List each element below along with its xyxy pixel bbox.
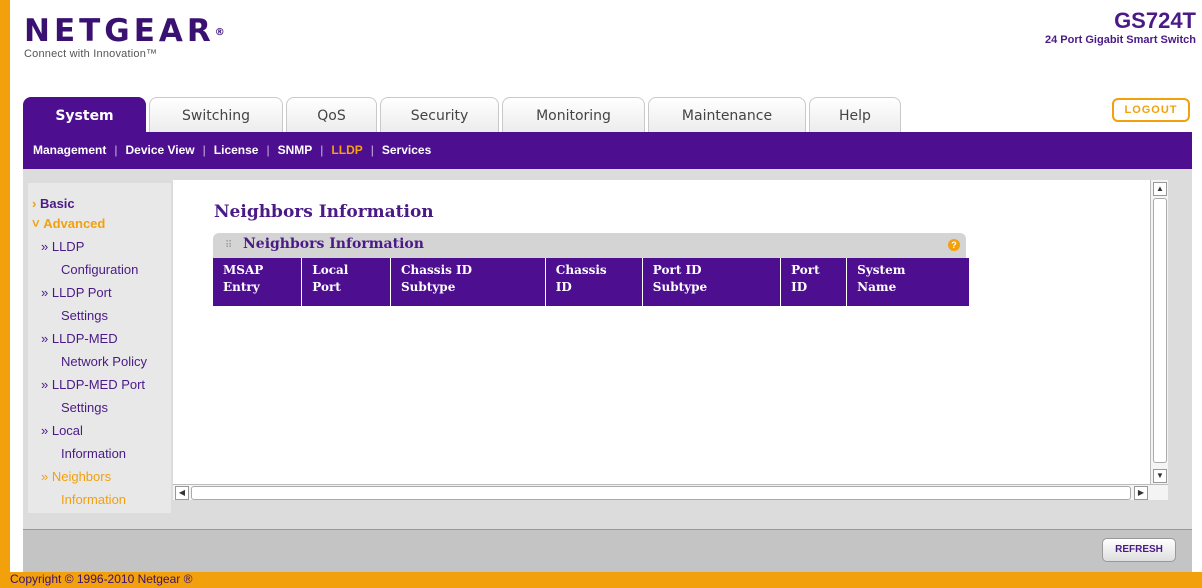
scroll-up-icon[interactable]: ▲ bbox=[1153, 182, 1167, 196]
sidebar-item-lldp-med-network-policy[interactable]: » LLDP-MED bbox=[41, 327, 118, 350]
vertical-scroll-thumb[interactable] bbox=[1153, 198, 1167, 463]
model-description: 24 Port Gigabit Smart Switch bbox=[1045, 34, 1196, 46]
col-chassis-id: Chassis ID bbox=[545, 258, 643, 306]
tab-switching[interactable]: Switching bbox=[149, 97, 283, 132]
model-name: GS724T bbox=[1114, 8, 1196, 33]
sub-navigation: Management | Device View | License | SNMP | … bbox=[23, 132, 1192, 169]
sidebar-item-lldp-port-settings[interactable]: » LLDP Port bbox=[41, 281, 112, 304]
horizontal-scrollbar[interactable]: ◀ ▶ bbox=[173, 484, 1168, 500]
col-local-port: Local Port bbox=[301, 258, 391, 306]
copyright: Copyright © 1996-2010 Netgear ® bbox=[10, 572, 193, 586]
button-bar: REFRESH bbox=[23, 529, 1192, 572]
sidebar-item-local-information[interactable]: » Local bbox=[41, 419, 83, 442]
neighbors-table-container: ⠿ Neighbors Information ? MSAP Entry Loca… bbox=[213, 233, 970, 311]
page-title: Neighbors Information bbox=[214, 202, 434, 222]
horizontal-scroll-thumb[interactable] bbox=[191, 486, 1131, 500]
refresh-button[interactable]: REFRESH bbox=[1102, 538, 1176, 562]
col-port-id: Port ID bbox=[780, 258, 848, 306]
neighbors-table: MSAP Entry Local Port Chassis ID Subtype Ch… bbox=[213, 258, 970, 306]
tab-maintenance[interactable]: Maintenance bbox=[648, 97, 806, 132]
scroll-right-icon[interactable]: ▶ bbox=[1134, 486, 1148, 500]
tab-help[interactable]: Help bbox=[809, 97, 901, 132]
sidebar-item-lldp-med-port-settings-cont[interactable]: Settings bbox=[61, 396, 108, 419]
subnav-device-view[interactable]: Device View bbox=[125, 143, 194, 157]
scroll-down-icon[interactable]: ▼ bbox=[1153, 469, 1167, 483]
model-info: GS724T 24 Port Gigabit Smart Switch bbox=[1045, 8, 1196, 46]
tagline: Connect with Innovation™ bbox=[24, 48, 158, 60]
col-msap-entry: MSAP Entry bbox=[213, 258, 303, 306]
subnav-lldp[interactable]: LLDP bbox=[331, 143, 362, 157]
sidebar-item-lldp-configuration-cont[interactable]: Configuration bbox=[61, 258, 138, 281]
sidebar-item-neighbors-information[interactable]: » Neighbors bbox=[41, 465, 111, 488]
grip-icon: ⠿ bbox=[225, 240, 233, 251]
vertical-scrollbar[interactable]: ▲ ▼ bbox=[1150, 180, 1168, 485]
tab-system[interactable]: System bbox=[23, 97, 146, 133]
sidebar-advanced[interactable]: ˅ Advanced bbox=[32, 214, 105, 234]
table-header-row: MSAP Entry Local Port Chassis ID Subtype Ch… bbox=[213, 258, 970, 306]
table-title-bar: ⠿ Neighbors Information ? bbox=[213, 233, 966, 258]
subnav-snmp[interactable]: SNMP bbox=[278, 143, 313, 157]
col-system-name: System Name bbox=[846, 258, 970, 306]
scroll-left-icon[interactable]: ◀ bbox=[175, 486, 189, 500]
sidebar-item-neighbors-information-cont[interactable]: Information bbox=[61, 488, 126, 511]
help-icon[interactable]: ? bbox=[948, 239, 960, 251]
subnav-services[interactable]: Services bbox=[382, 143, 431, 157]
subnav-license[interactable]: License bbox=[214, 143, 259, 157]
sidebar: › Basic ˅ Advanced » LLDP Configuration … bbox=[28, 183, 171, 513]
sidebar-item-lldp-port-settings-cont[interactable]: Settings bbox=[61, 304, 108, 327]
sidebar-item-lldp-med-network-policy-cont[interactable]: Network Policy bbox=[61, 350, 147, 373]
sidebar-item-lldp-med-port-settings[interactable]: » LLDP-MED Port bbox=[41, 373, 145, 396]
col-chassis-id-subtype: Chassis ID Subtype bbox=[390, 258, 546, 306]
sidebar-basic[interactable]: › Basic bbox=[32, 194, 75, 214]
table-title: Neighbors Information bbox=[243, 236, 424, 252]
subnav-management[interactable]: Management bbox=[33, 143, 106, 157]
content-area: › Basic ˅ Advanced » LLDP Configuration … bbox=[23, 169, 1192, 529]
sidebar-item-local-information-cont[interactable]: Information bbox=[61, 442, 126, 465]
sidebar-item-lldp-configuration[interactable]: » LLDP bbox=[41, 235, 84, 258]
logout-button[interactable]: LOGOUT bbox=[1112, 98, 1190, 122]
tab-security[interactable]: Security bbox=[380, 97, 499, 132]
main-panel: Neighbors Information ⠿ Neighbors Inform… bbox=[173, 180, 1168, 500]
tab-qos[interactable]: QoS bbox=[286, 97, 377, 132]
netgear-logo: NETGEAR® Connect with Innovation™ bbox=[24, 13, 225, 60]
col-port-id-subtype: Port ID Subtype bbox=[642, 258, 782, 306]
tab-monitoring[interactable]: Monitoring bbox=[502, 97, 645, 132]
